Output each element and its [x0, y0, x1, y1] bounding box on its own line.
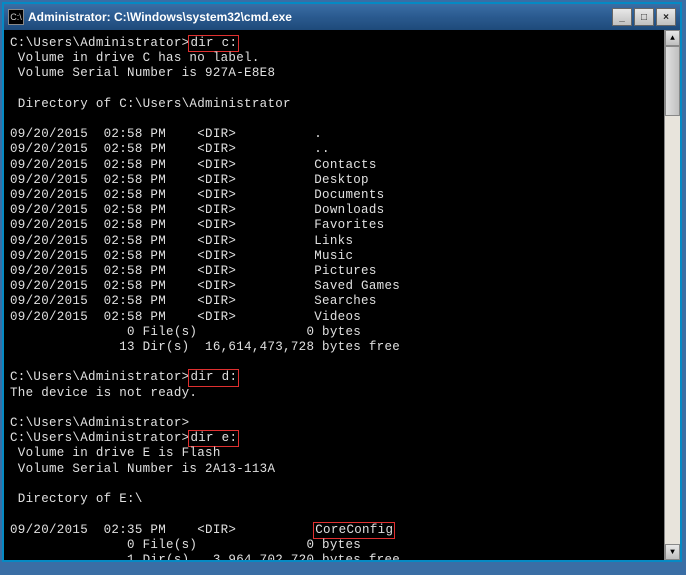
listing-row: 09/20/2015 02:58 PM <DIR> Searches — [10, 294, 377, 308]
listing-row: 09/20/2015 02:58 PM <DIR> . — [10, 127, 322, 141]
command-highlight: dir e: — [188, 430, 239, 447]
output-line: Volume in drive E is Flash — [10, 446, 221, 460]
output-line: Directory of E:\ — [10, 492, 143, 506]
listing-row: 09/20/2015 02:58 PM <DIR> .. — [10, 142, 330, 156]
summary-line: 0 File(s) 0 bytes — [10, 325, 361, 339]
listing-row: 09/20/2015 02:58 PM <DIR> Downloads — [10, 203, 384, 217]
summary-line: 13 Dir(s) 16,614,473,728 bytes free — [10, 340, 400, 354]
command-highlight: dir d: — [188, 369, 239, 386]
listing-row: 09/20/2015 02:58 PM <DIR> Music — [10, 249, 353, 263]
minimize-button[interactable]: _ — [612, 8, 632, 26]
scroll-up-button[interactable]: ▲ — [665, 30, 680, 46]
listing-row: 09/20/2015 02:58 PM <DIR> Documents — [10, 188, 384, 202]
listing-row: 09/20/2015 02:58 PM <DIR> Desktop — [10, 173, 369, 187]
output-line: Volume Serial Number is 927A-E8E8 — [10, 66, 275, 80]
output-line: Volume Serial Number is 2A13-113A — [10, 462, 275, 476]
scroll-track[interactable] — [665, 46, 680, 544]
prompt: C:\Users\Administrator> — [10, 36, 189, 50]
listing-row: 09/20/2015 02:58 PM <DIR> Pictures — [10, 264, 377, 278]
console-wrap: C:\Users\Administrator>dir c: Volume in … — [4, 30, 680, 560]
prompt: C:\Users\Administrator> — [10, 416, 189, 430]
maximize-button[interactable]: □ — [634, 8, 654, 26]
listing-row: 09/20/2015 02:58 PM <DIR> Saved Games — [10, 279, 400, 293]
listing-row: 09/20/2015 02:58 PM <DIR> Contacts — [10, 158, 377, 172]
listing-row: 09/20/2015 02:35 PM <DIR> — [10, 523, 314, 537]
scroll-down-button[interactable]: ▼ — [665, 544, 680, 560]
listing-row: 09/20/2015 02:58 PM <DIR> Videos — [10, 310, 361, 324]
console-output[interactable]: C:\Users\Administrator>dir c: Volume in … — [4, 30, 664, 560]
cmd-icon: C:\ — [8, 9, 24, 25]
command-highlight: dir c: — [188, 35, 239, 52]
output-line: Directory of C:\Users\Administrator — [10, 97, 291, 111]
close-button[interactable]: × — [656, 8, 676, 26]
summary-line: 1 Dir(s) 3,964,702,720 bytes free — [10, 553, 400, 560]
scrollbar[interactable]: ▲ ▼ — [664, 30, 680, 560]
cmd-window: C:\ Administrator: C:\Windows\system32\c… — [2, 2, 682, 562]
listing-row: 09/20/2015 02:58 PM <DIR> Links — [10, 234, 353, 248]
window-controls: _ □ × — [612, 8, 676, 26]
output-line: The device is not ready. — [10, 386, 197, 400]
prompt: C:\Users\Administrator> — [10, 431, 189, 445]
scroll-thumb[interactable] — [665, 46, 680, 116]
summary-line: 0 File(s) 0 bytes — [10, 538, 361, 552]
folder-highlight: CoreConfig — [313, 522, 395, 539]
titlebar[interactable]: C:\ Administrator: C:\Windows\system32\c… — [4, 4, 680, 30]
window-title: Administrator: C:\Windows\system32\cmd.e… — [28, 10, 612, 24]
listing-row: 09/20/2015 02:58 PM <DIR> Favorites — [10, 218, 384, 232]
prompt: C:\Users\Administrator> — [10, 370, 189, 384]
output-line: Volume in drive C has no label. — [10, 51, 260, 65]
